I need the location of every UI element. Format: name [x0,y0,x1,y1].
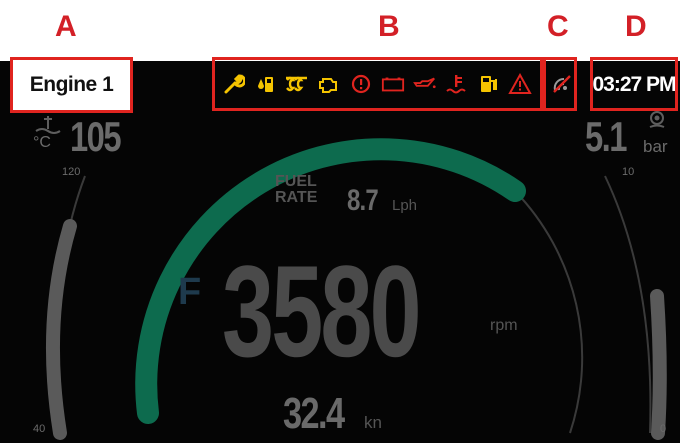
callout-c: C [547,10,569,43]
right-gauge-value: 5.1 [585,113,627,160]
right-gauge-tick-max: 10 [622,166,635,178]
gear-indicator: F [178,271,202,313]
right-gauge-track [604,175,652,434]
coolant-gauge-icon [35,116,61,134]
speed-unit: kn [364,413,382,432]
rpm-value: 3580 [222,238,422,384]
fuel-rate-label-line1: FUEL [275,173,317,190]
callout-box-c [543,57,577,111]
fuel-rate-value: 8.7 [347,184,379,217]
left-gauge-value: 105 [70,113,122,160]
oil-gauge-icon [649,111,665,128]
rpm-arc-track-end [514,190,584,434]
fuel-rate-unit: Lph [392,197,418,214]
left-gauge-tick-min: 40 [33,423,46,435]
callout-box-a [10,57,133,113]
right-gauge-tick-min: 0 [660,423,667,435]
callout-b: B [378,10,400,43]
callout-d: D [625,10,647,43]
callout-box-d [590,57,678,111]
speed-value: 32.4 [283,389,345,438]
callout-a: A [55,10,77,43]
fuel-rate-label: FUEL RATE [275,174,317,206]
fuel-rate-label-line2: RATE [275,189,318,206]
right-gauge-bar [650,289,667,440]
left-gauge-unit: °C [33,134,51,151]
engine-display: °C 105 120 40 5.1 bar 10 0 FUEL RATE 8.7… [0,61,680,443]
callout-box-b [212,57,543,111]
left-gauge-bar [45,219,77,440]
left-gauge-tick-max: 120 [62,166,81,178]
rpm-unit: rpm [490,317,518,334]
right-gauge-unit: bar [643,137,668,156]
